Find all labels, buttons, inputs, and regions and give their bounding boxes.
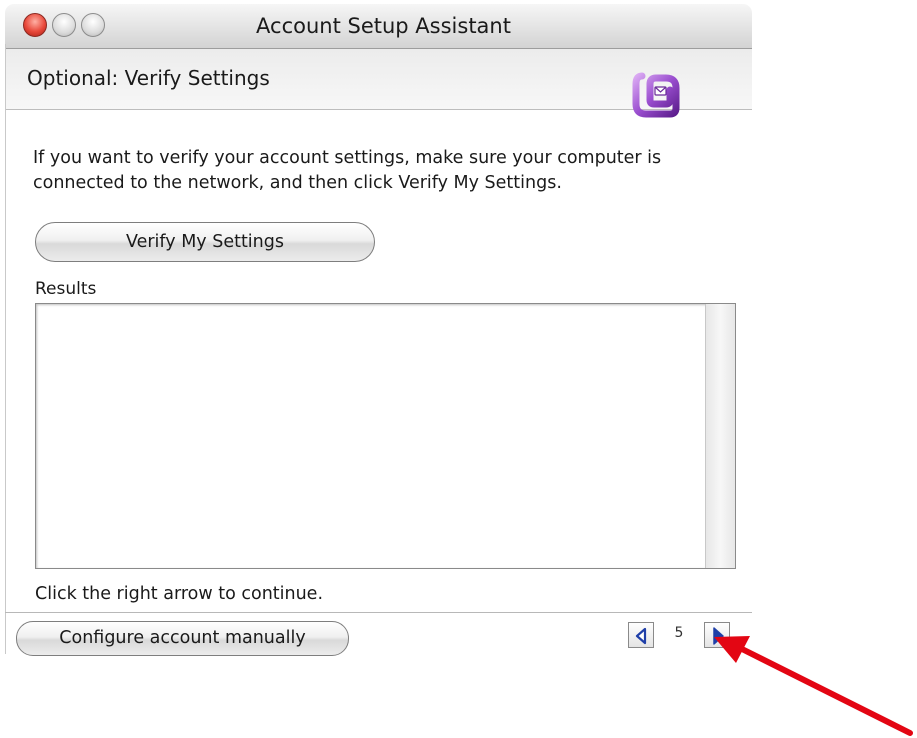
results-scrollbar[interactable] <box>705 304 735 568</box>
results-label: Results <box>35 279 97 299</box>
verify-my-settings-button[interactable]: Verify My Settings <box>35 222 375 262</box>
step-title: Optional: Verify Settings <box>27 66 270 90</box>
configure-account-manually-button[interactable]: Configure account manually <box>16 621 349 656</box>
window-title: Account Setup Assistant <box>256 14 511 38</box>
window-left-border <box>5 44 6 654</box>
continue-instruction: Click the right arrow to continue. <box>35 584 324 604</box>
left-arrow-icon <box>635 627 647 645</box>
previous-page-button[interactable] <box>628 622 654 648</box>
annotation-arrow <box>714 636 913 736</box>
results-text-area[interactable] <box>35 303 736 569</box>
entourage-app-icon <box>632 72 680 118</box>
footer-separator <box>5 612 752 613</box>
instructions-text: If you want to verify your account setti… <box>33 148 662 193</box>
page-number: 5 <box>674 625 684 641</box>
title-bar[interactable]: Account Setup Assistant <box>5 4 752 49</box>
